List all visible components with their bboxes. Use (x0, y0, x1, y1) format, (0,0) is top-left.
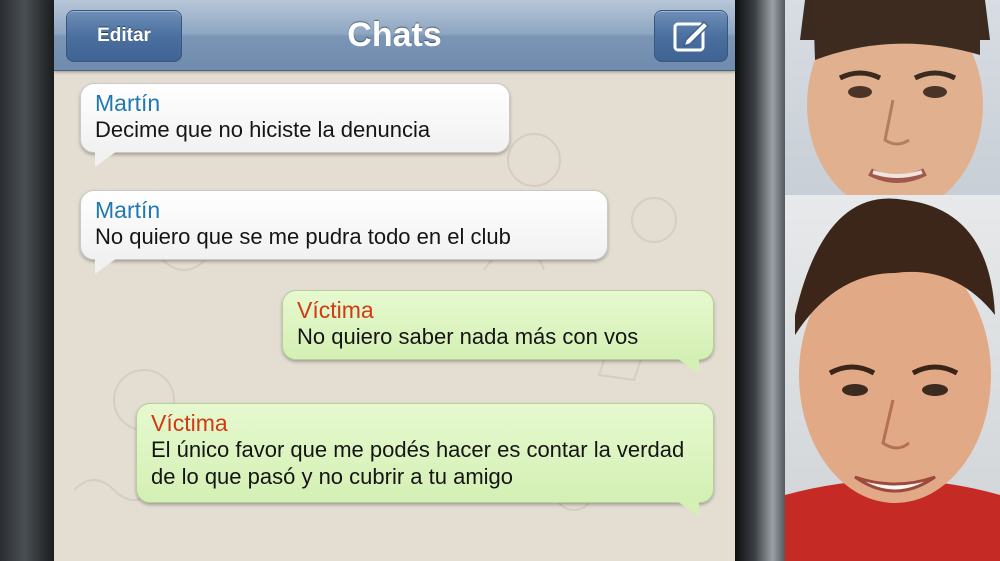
bubble-tail (677, 501, 699, 517)
edit-button[interactable]: Editar (66, 10, 182, 62)
phone-bezel-left (0, 0, 54, 561)
bubble-tail (95, 151, 117, 167)
message-sender: Víctima (297, 297, 374, 323)
person-portrait-image (800, 0, 990, 213)
message-text: El único favor que me podés hacer es con… (151, 437, 685, 489)
navigation-bar: Chats Editar (54, 0, 735, 71)
message-bubble-outgoing[interactable]: Víctima El único favor que me podés hace… (136, 403, 714, 517)
message-sender: Víctima (151, 410, 228, 436)
compose-button[interactable] (654, 10, 728, 62)
chat-screen: Chats Editar Martín Decime que no hicist… (54, 0, 735, 561)
message-bubble-incoming[interactable]: Martín No quiero que se me pudra todo en… (80, 190, 608, 274)
person-portrait-image (785, 198, 1000, 561)
message-text: Decime que no hiciste la denuncia (95, 117, 431, 142)
bubble-tail (95, 258, 117, 274)
portrait-photo-top (785, 0, 1000, 215)
message-bubble-incoming[interactable]: Martín Decime que no hiciste la denuncia (80, 83, 510, 167)
phone-bezel-right (735, 0, 785, 561)
message-sender: Martín (95, 197, 161, 223)
bubble-tail (677, 358, 699, 374)
message-text: No quiero saber nada más con vos (297, 324, 639, 349)
message-sender: Martín (95, 90, 161, 116)
message-text: No quiero que se me pudra todo en el clu… (95, 224, 511, 249)
compose-icon (673, 20, 710, 52)
portrait-photo-bottom (785, 195, 1000, 561)
message-bubble-outgoing[interactable]: Víctima No quiero saber nada más con vos (282, 290, 714, 374)
